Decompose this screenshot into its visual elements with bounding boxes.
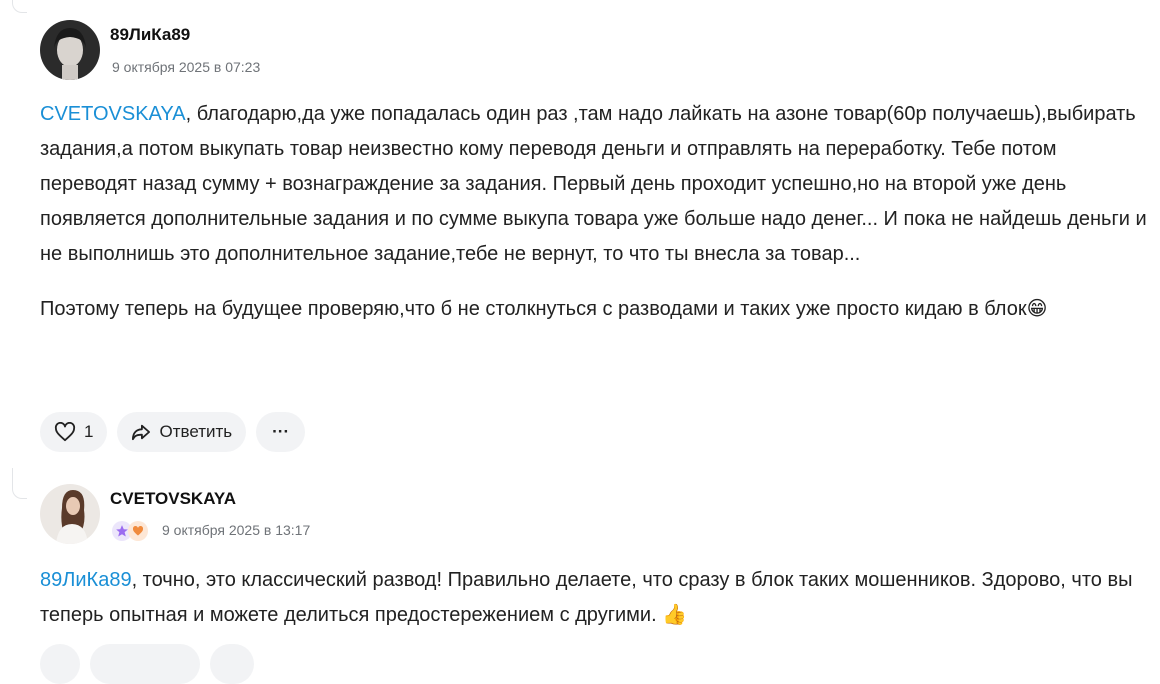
- reply-arrow-icon: [132, 424, 151, 441]
- author-name[interactable]: CVETOVSKAYA: [110, 489, 236, 509]
- comment-paragraph: Поэтому теперь на будущее проверяю,что б…: [40, 298, 1048, 320]
- comment-body: CVETOVSKAYA, благодарю,да уже попадалась…: [40, 97, 1150, 327]
- comment-text: , благодарю,да уже попадалась один раз ,…: [40, 103, 1147, 265]
- heart-icon: [54, 422, 76, 442]
- comment-date: 9 октября 2025 в 13:17: [162, 522, 311, 538]
- like-button[interactable]: 1: [40, 412, 108, 452]
- author-name[interactable]: 89ЛиКа89: [110, 25, 190, 45]
- heart-badge-icon: [128, 521, 148, 541]
- comment: CVETOVSKAYA 9 октября 2025 в 13:17 89ЛиК…: [40, 484, 1150, 684]
- more-button[interactable]: ···: [256, 412, 306, 452]
- reply-button[interactable]: Ответить: [117, 412, 247, 452]
- avatar[interactable]: [40, 20, 100, 80]
- thread-connector: [12, 468, 27, 499]
- comment-actions: 1 Ответить ···: [40, 412, 306, 452]
- reply-button[interactable]: [90, 644, 200, 684]
- like-button[interactable]: [40, 644, 80, 684]
- like-count: 1: [84, 422, 94, 441]
- more-button[interactable]: [210, 644, 254, 684]
- mention-link[interactable]: 89ЛиКа89: [40, 569, 132, 591]
- thread-connector: [12, 0, 27, 13]
- comment-paragraph: 89ЛиКа89, точно, это классический развод…: [40, 563, 1150, 633]
- comment: 89ЛиКа89 9 октября 2025 в 07:23 CVETOVSK…: [40, 0, 1150, 460]
- comment-actions: [40, 644, 254, 684]
- avatar[interactable]: [40, 484, 100, 544]
- reply-label: Ответить: [159, 422, 233, 441]
- mention-link[interactable]: CVETOVSKAYA: [40, 103, 186, 125]
- user-badges: [112, 521, 148, 541]
- comment-text: , точно, это классический развод! Правил…: [40, 569, 1133, 626]
- comment-paragraph: CVETOVSKAYA, благодарю,да уже попадалась…: [40, 97, 1150, 272]
- comment-date: 9 октября 2025 в 07:23: [112, 59, 261, 75]
- comment-body: 89ЛиКа89, точно, это классический развод…: [40, 563, 1150, 633]
- more-icon: ···: [272, 422, 290, 441]
